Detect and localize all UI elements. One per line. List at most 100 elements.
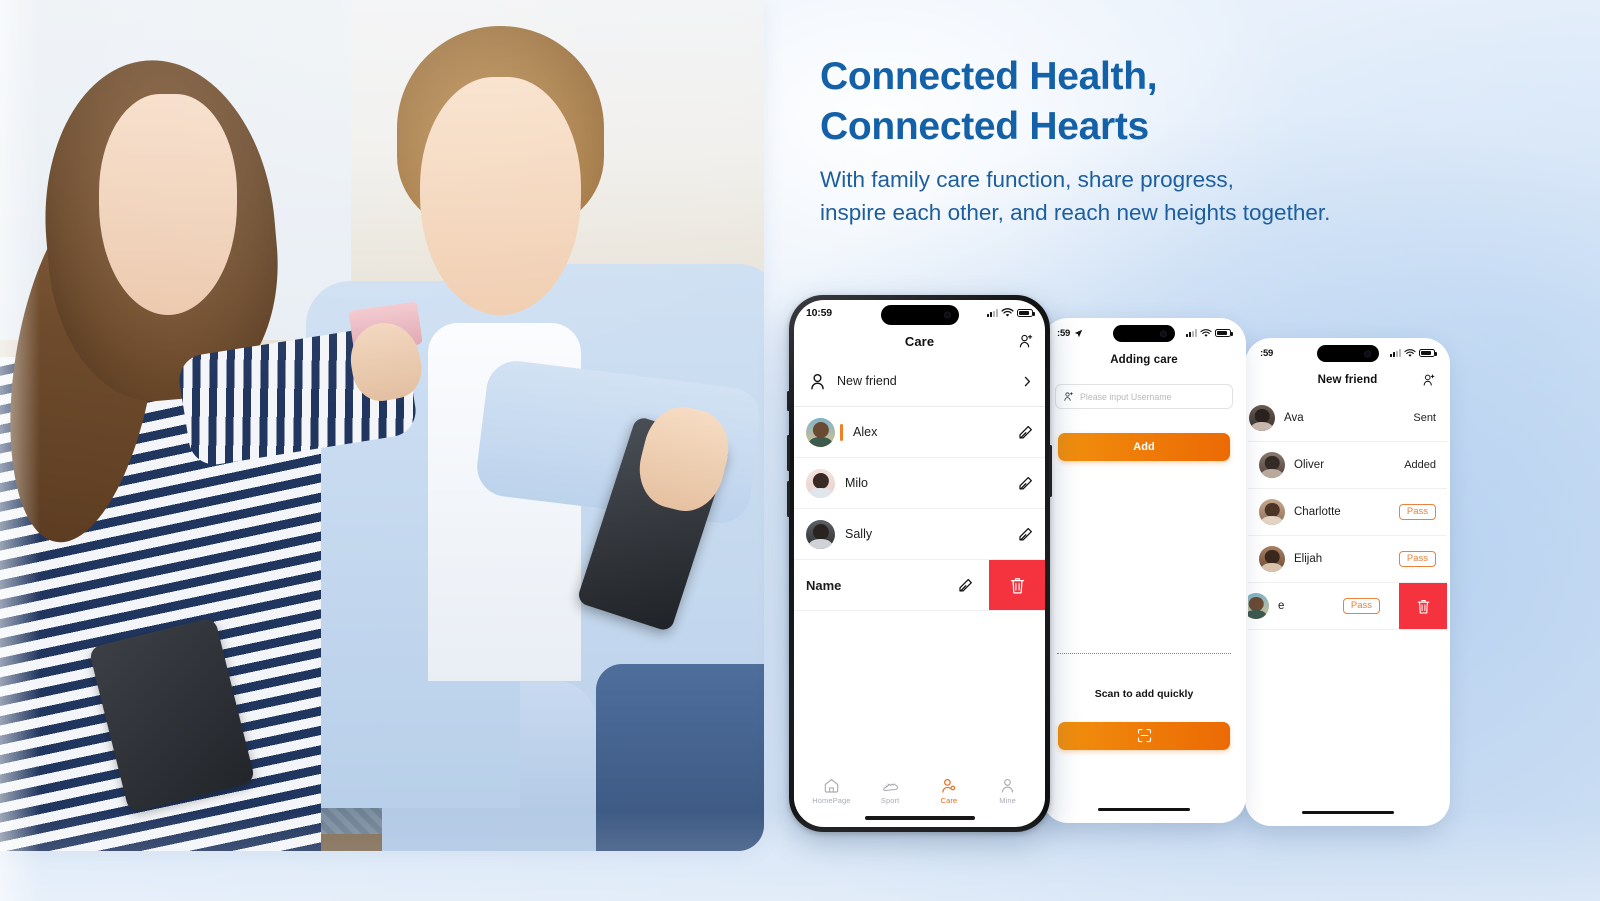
phone-mockup-adding-care: :59 Adding care Please input Username Ad…: [1042, 318, 1246, 823]
status-indicators: [1390, 348, 1437, 358]
home-indicator: [864, 816, 975, 820]
home-icon: [823, 777, 840, 794]
avatar: [1249, 405, 1275, 431]
wifi-icon: [1200, 328, 1212, 337]
swiped-row-name: Name: [806, 577, 842, 593]
tab-sport[interactable]: Sport: [865, 777, 915, 805]
swiped-contact-row[interactable]: Name: [794, 560, 1045, 611]
tab-mine[interactable]: Mine: [983, 777, 1033, 805]
trash-icon: [1009, 576, 1026, 595]
tab-label: HomePage: [812, 796, 851, 805]
care-list: New friend Alex Milo Sally Name: [794, 356, 1045, 770]
status-indicators: [1186, 328, 1233, 338]
phone1-title: Care: [904, 333, 935, 349]
status-time: :59: [1057, 327, 1071, 339]
pass-button[interactable]: Pass: [1398, 504, 1436, 520]
phone3-navbar: New friend: [1248, 365, 1447, 395]
phone2-navbar: Adding care: [1045, 345, 1243, 375]
request-status: Added: [1404, 459, 1436, 471]
home-indicator: [1098, 807, 1190, 811]
phone-mockup-care: 10:59 Care New friend Alex Milo Sally Na…: [787, 295, 1052, 832]
battery-icon: [1419, 349, 1437, 357]
chevron-right-icon: [1022, 376, 1033, 387]
contact-name: Milo: [845, 476, 868, 490]
username-input[interactable]: Please input Username: [1055, 384, 1233, 409]
table-row[interactable]: Ava Sent: [1248, 395, 1447, 442]
add-person-icon: [1063, 391, 1074, 402]
care-icon: [940, 777, 957, 794]
request-name: Oliver: [1294, 459, 1325, 471]
table-row[interactable]: Oliver Added: [1248, 442, 1447, 489]
avatar: [1259, 499, 1285, 525]
add-person-icon[interactable]: [1422, 373, 1436, 387]
signal-icon: [1390, 349, 1401, 357]
username-field-wrap: Please input Username: [1045, 375, 1243, 409]
tab-label: Sport: [880, 796, 900, 805]
power-button[interactable]: [1049, 445, 1052, 497]
tab-label: Care: [940, 796, 958, 805]
person-icon: [999, 777, 1016, 794]
table-row[interactable]: Milo: [794, 458, 1045, 509]
contact-name: Alex: [853, 425, 878, 439]
tab-homepage[interactable]: HomePage: [806, 777, 856, 805]
avatar: [1248, 593, 1269, 619]
shoe-icon: [882, 777, 899, 794]
status-time: :59: [1260, 347, 1274, 359]
hero-photo: [0, 0, 764, 851]
request-name: Ava: [1284, 412, 1304, 424]
pencil-icon[interactable]: [958, 578, 973, 593]
table-row[interactable]: Sally: [794, 509, 1045, 560]
phone3-status-bar: :59: [1248, 341, 1447, 365]
signal-icon: [987, 309, 998, 317]
table-row[interactable]: Charlotte Pass: [1248, 489, 1447, 536]
page-subtitle: With family care function, share progres…: [820, 166, 1331, 225]
delete-button[interactable]: [1399, 583, 1447, 629]
pass-button[interactable]: Pass: [1398, 551, 1436, 567]
pencil-icon[interactable]: [1018, 476, 1033, 491]
location-arrow-icon: [1074, 329, 1083, 338]
phone3-title: New friend: [1317, 374, 1378, 386]
add-button[interactable]: Add: [1058, 433, 1230, 461]
request-name: Charlotte: [1294, 506, 1341, 518]
scan-icon: [1137, 728, 1152, 743]
battery-icon: [1215, 329, 1233, 337]
avatar: [806, 417, 835, 447]
request-name: e: [1278, 600, 1285, 612]
battery-icon: [1017, 309, 1035, 317]
phone1-screen: 10:59 Care New friend Alex Milo Sally Na…: [794, 300, 1045, 827]
adding-care-body: Please input Username Add Scan to add qu…: [1045, 375, 1243, 808]
tab-care[interactable]: Care: [924, 777, 974, 805]
request-status: Sent: [1413, 412, 1436, 424]
delete-button[interactable]: [989, 560, 1045, 610]
wifi-icon: [1001, 308, 1014, 317]
phone2-title: Adding care: [1110, 354, 1178, 366]
avatar: [1259, 546, 1285, 572]
mute-switch[interactable]: [787, 391, 790, 411]
contact-name: Sally: [845, 527, 873, 541]
status-indicators: [987, 308, 1035, 318]
scan-button[interactable]: [1058, 721, 1230, 750]
pencil-icon[interactable]: [1018, 527, 1033, 542]
table-row[interactable]: Alex: [794, 407, 1045, 458]
table-row[interactable]: Elijah Pass: [1248, 536, 1447, 583]
person-icon: [808, 372, 827, 391]
volume-up-button[interactable]: [787, 435, 790, 471]
new-friend-row[interactable]: New friend: [794, 356, 1045, 407]
care-contacts: Alex Milo Sally: [794, 407, 1045, 560]
avatar: [806, 468, 835, 498]
promo-banner: Connected Health, Connected Hearts With …: [0, 0, 1600, 901]
volume-down-button[interactable]: [787, 481, 790, 517]
page-title: Connected Health, Connected Hearts: [820, 55, 1158, 148]
phone1-status-bar: 10:59: [794, 300, 1045, 326]
table-row[interactable]: e Pass: [1248, 583, 1447, 630]
pencil-icon[interactable]: [1018, 425, 1033, 440]
pass-button[interactable]: Pass: [1342, 598, 1380, 614]
dynamic-island: [1113, 325, 1175, 342]
phone2-screen: :59 Adding care Please input Username Ad…: [1045, 321, 1243, 820]
add-person-icon[interactable]: [1018, 333, 1034, 349]
bottom-tab-bar: HomePage Sport Care Mine: [794, 770, 1045, 816]
status-time: 10:59: [806, 307, 832, 319]
hero-copy: Connected Health, Connected Hearts With …: [820, 52, 1520, 229]
new-friend-request-list: Ava Sent Oliver Added Charlotte Pass Elijah Pas…: [1248, 395, 1447, 811]
phone1-navbar: Care: [794, 326, 1045, 356]
